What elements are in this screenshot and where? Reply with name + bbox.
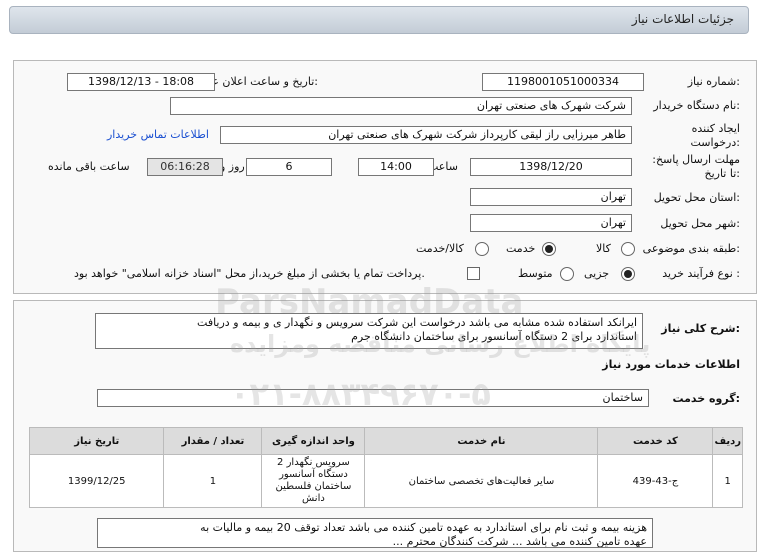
- table-header-row: ردیف کد خدمت نام خدمت واحد اندازه گیری ت…: [28, 427, 743, 455]
- col-unit-header: واحد اندازه گیری: [261, 427, 366, 455]
- col-date-header: تاریخ نیاز: [28, 427, 165, 455]
- page-title: جزئیات اطلاعات نیاز: [631, 12, 734, 26]
- province-field: تهران: [470, 188, 632, 206]
- creator-label: ایجاد کننده درخواست:: [690, 122, 741, 149]
- category-option-goods: کالا: [596, 242, 611, 255]
- services-section-title: اطلاعات خدمات مورد نیاز: [602, 358, 740, 371]
- description-label: شرح کلی نیاز:: [661, 322, 740, 335]
- treasury-payment-note: پرداخت تمام یا بخشی از مبلغ خرید،از محل …: [74, 267, 425, 280]
- need-number-field: 1198001051000334: [482, 73, 644, 91]
- days-label: روز و: [220, 160, 245, 173]
- deadline-label: مهلت ارسال پاسخ: تا تاریخ:: [652, 153, 740, 180]
- process-radio-minor[interactable]: [621, 267, 635, 281]
- treasury-payment-checkbox[interactable]: [467, 267, 480, 280]
- need-details-panel: [13, 60, 757, 294]
- city-field: تهران: [470, 214, 632, 232]
- city-label: شهر محل تحویل:: [660, 217, 740, 230]
- category-radio-service[interactable]: [542, 242, 556, 256]
- days-field: 6: [246, 158, 332, 176]
- buyer-contact-link[interactable]: اطلاعات تماس خریدار: [107, 128, 209, 141]
- service-group-field: ساختمان: [97, 389, 649, 407]
- remaining-time-label: ساعت باقی مانده: [48, 160, 130, 173]
- announce-datetime-field: 1398/12/13 - 18:08: [67, 73, 215, 91]
- category-label: طبقه بندی موضوعی:: [642, 242, 740, 255]
- cell-unit: سرویس نگهدار 2 دستگاه آسانسور ساختمان فل…: [261, 454, 366, 508]
- col-row-header: ردیف: [712, 427, 743, 455]
- services-table: ردیف کد خدمت نام خدمت واحد اندازه گیری ت…: [28, 427, 743, 508]
- cell-code: ج-43-439: [597, 454, 714, 508]
- cell-qty: 1: [163, 454, 263, 508]
- process-option-minor: جزیی: [584, 267, 610, 280]
- col-name-header: نام خدمت: [364, 427, 599, 455]
- cell-name: سایر فعالیت‌های تخصصی ساختمان: [364, 454, 599, 508]
- cell-row: 1: [712, 454, 743, 508]
- table-row: 1 ج-43-439 سایر فعالیت‌های تخصصی ساختمان…: [28, 454, 743, 508]
- need-number-label: شماره نیاز:: [687, 75, 740, 88]
- remaining-time-field: 06:16:28: [147, 158, 223, 176]
- category-radio-goods[interactable]: [621, 242, 635, 256]
- buyer-org-label: نام دستگاه خریدار:: [653, 99, 740, 112]
- buyer-org-field: شرکت شهرک های صنعتی تهران: [170, 97, 632, 115]
- deadline-time-field: 14:00: [358, 158, 434, 176]
- process-radio-medium[interactable]: [560, 267, 574, 281]
- category-option-goods-service: کالا/خدمت: [416, 242, 464, 255]
- title-bar: جزئیات اطلاعات نیاز: [9, 6, 749, 34]
- province-label: استان محل تحویل:: [653, 191, 740, 204]
- service-group-label: گروه خدمت:: [672, 392, 740, 405]
- cell-date: 1399/12/25: [28, 454, 165, 508]
- col-qty-header: تعداد / مقدار: [163, 427, 263, 455]
- category-radio-goods-service[interactable]: [475, 242, 489, 256]
- creator-field: طاهر میرزایی راز لیقی کارپرداز شرکت شهرک…: [220, 126, 632, 144]
- deadline-date-field: 1398/12/20: [470, 158, 632, 176]
- col-code-header: کد خدمت: [597, 427, 714, 455]
- category-option-service: خدمت: [506, 242, 536, 255]
- process-option-medium: متوسط: [518, 267, 553, 280]
- buyer-notes-text: هزینه بیمه و ثبت نام برای استاندارد به ع…: [97, 518, 653, 548]
- description-text: ایرانکد استفاده شده مشابه می باشد درخواس…: [95, 313, 643, 349]
- process-label: نوع فرآیند خرید :: [662, 267, 740, 280]
